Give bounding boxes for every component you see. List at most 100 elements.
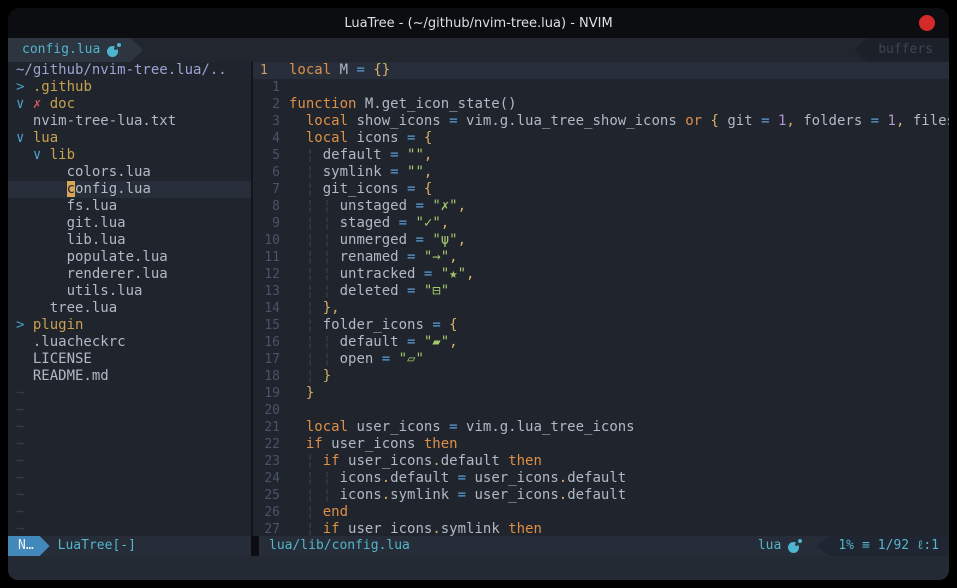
code-line[interactable]: 21 local user_icons = vim.g.lua_tree_ico… — [253, 419, 949, 436]
token: ~ — [16, 521, 24, 536]
code-line[interactable]: 6 ¦ symlink = "", — [253, 164, 949, 181]
tree-row[interactable]: colors.lua — [8, 164, 251, 181]
code-line[interactable]: 12 ¦ ¦ untracked = "★", — [253, 266, 949, 283]
code-line[interactable]: 4 local icons = { — [253, 130, 949, 147]
token — [41, 96, 49, 112]
tree-row[interactable]: README.md — [8, 368, 251, 385]
line-number: 16 — [253, 334, 289, 351]
tree-row[interactable]: LICENSE — [8, 351, 251, 368]
code-line[interactable]: 11 ¦ ¦ renamed = "→", — [253, 249, 949, 266]
token: default — [567, 470, 626, 486]
code-line[interactable]: 9 ¦ ¦ staged = "✓", — [253, 215, 949, 232]
code-text: ¦ symlink = "", — [289, 164, 949, 181]
code-line[interactable]: 27 ¦ if user_icons.symlink then — [253, 521, 949, 536]
line-number: 21 — [253, 419, 289, 436]
code-line[interactable]: 19 } — [253, 385, 949, 402]
empty-line-tilde: ~ — [8, 402, 251, 419]
tab-config-lua[interactable]: config.lua — [8, 38, 143, 62]
tree-row[interactable]: tree.lua — [8, 300, 251, 317]
tree-row[interactable]: > .github — [8, 79, 251, 96]
code-line[interactable]: 25 ¦ ¦ icons.symlink = user_icons.defaul… — [253, 487, 949, 504]
empty-line-tilde: ~ — [8, 453, 251, 470]
tree-row[interactable]: > plugin — [8, 317, 251, 334]
tree-row[interactable]: ∨ ✗ doc — [8, 96, 251, 113]
code-line[interactable]: 13 ¦ ¦ deleted = "⊟" — [253, 283, 949, 300]
file-tree: ~/github/nvim-tree.lua/..> .github∨ ✗ do… — [8, 62, 251, 536]
token — [314, 300, 322, 316]
token: if — [306, 436, 323, 452]
close-button[interactable] — [919, 15, 935, 31]
code-line[interactable]: 1 — [253, 79, 949, 96]
code-line[interactable]: 2function M.get_icon_state() — [253, 96, 949, 113]
token: files — [904, 113, 949, 129]
titlebar[interactable]: LuaTree - (~/github/nvim-tree.lua) - NVI… — [8, 8, 949, 38]
code-line[interactable]: 14 ¦ }, — [253, 300, 949, 317]
statusline-gap — [251, 536, 259, 556]
tree-row[interactable]: config.lua — [8, 181, 251, 198]
code-line[interactable]: 7 ¦ git_icons = { — [253, 181, 949, 198]
token: renderer.lua — [67, 266, 168, 282]
token: ¦ ¦ — [306, 249, 331, 265]
token: end — [323, 504, 348, 520]
code-line[interactable]: 23 ¦ if user_icons.default then — [253, 453, 949, 470]
buffers-label: buffers — [878, 42, 933, 57]
token: symlink — [390, 487, 457, 503]
command-line[interactable] — [8, 556, 949, 580]
code-text: ¦ default = "", — [289, 147, 949, 164]
token: LICENSE — [33, 351, 92, 367]
line-number: 20 — [253, 402, 289, 419]
tree-row[interactable]: utils.lua — [8, 283, 251, 300]
token — [289, 419, 306, 435]
token: or — [685, 113, 702, 129]
token: = — [449, 113, 457, 129]
tree-row[interactable]: ∨ lib — [8, 147, 251, 164]
token: ¦ ¦ — [306, 487, 331, 503]
token: if — [323, 453, 340, 469]
token: vim.g.lua_tree_show_icons — [458, 113, 686, 129]
code-line[interactable]: 17 ¦ ¦ open = "▱" — [253, 351, 949, 368]
tree-row[interactable]: ∨ lua — [8, 130, 251, 147]
token: utils.lua — [67, 283, 143, 299]
token — [289, 351, 306, 367]
statusline-position: 1% ≡ 1/92 ℓ:1 — [816, 536, 949, 556]
code-line[interactable]: 24 ¦ ¦ icons.default = user_icons.defaul… — [253, 470, 949, 487]
code-line[interactable]: 26 ¦ end — [253, 504, 949, 521]
tree-row[interactable]: fs.lua — [8, 198, 251, 215]
tree-row[interactable]: git.lua — [8, 215, 251, 232]
token — [314, 368, 322, 384]
code-line[interactable]: 18 ¦ } — [253, 368, 949, 385]
token — [314, 453, 322, 469]
token: "" — [399, 147, 424, 163]
code-line[interactable]: 16 ¦ ¦ default = "▰", — [253, 334, 949, 351]
tree-row[interactable]: nvim-tree-lua.txt — [8, 113, 251, 130]
code-line[interactable]: 8 ¦ ¦ unstaged = "✗", — [253, 198, 949, 215]
statusline-filetype: lua — [758, 536, 816, 556]
line-number: 6 — [253, 164, 289, 181]
token: user_icons — [340, 521, 433, 536]
token — [289, 317, 306, 333]
token: staged — [331, 215, 398, 231]
code-line[interactable]: 5 ¦ default = "", — [253, 147, 949, 164]
tree-row[interactable]: ~/github/nvim-tree.lua/.. — [8, 62, 251, 79]
tree-row[interactable]: populate.lua — [8, 249, 251, 266]
token — [770, 113, 778, 129]
code-line[interactable]: 20 — [253, 402, 949, 419]
line-number: 3 — [253, 113, 289, 130]
code-line[interactable]: 3 local show_icons = vim.g.lua_tree_show… — [253, 113, 949, 130]
token: fs.lua — [67, 198, 118, 214]
token: lib — [50, 147, 75, 163]
token: onfig.lua — [75, 181, 151, 197]
code-line[interactable]: 10 ¦ ¦ unmerged = "ψ", — [253, 232, 949, 249]
code-line[interactable]: 22 if user_icons then — [253, 436, 949, 453]
buffers-segment[interactable]: buffers — [854, 38, 949, 62]
token — [289, 436, 306, 452]
tree-row[interactable]: renderer.lua — [8, 266, 251, 283]
line-number: 5 — [253, 147, 289, 164]
line-number: 15 — [253, 317, 289, 334]
token: . — [432, 521, 440, 536]
code-line[interactable]: 1local M = {} — [253, 62, 949, 79]
tree-row[interactable]: lib.lua — [8, 232, 251, 249]
tree-row[interactable]: .luacheckrc — [8, 334, 251, 351]
code-line[interactable]: 15 ¦ folder_icons = { — [253, 317, 949, 334]
token — [16, 351, 33, 367]
